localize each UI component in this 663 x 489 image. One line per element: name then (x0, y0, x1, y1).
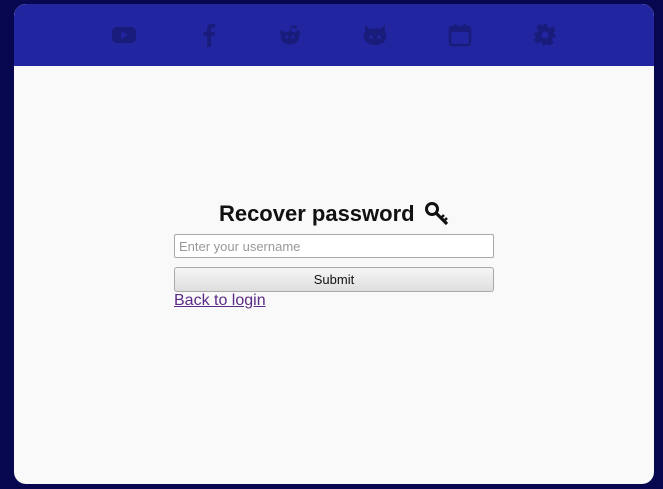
youtube-icon[interactable] (111, 22, 137, 48)
calendar-icon[interactable] (447, 22, 473, 48)
back-to-login-link[interactable]: Back to login (174, 292, 266, 310)
username-input[interactable] (174, 234, 494, 258)
app-window: Recover password Submit Back to login (14, 4, 654, 484)
key-icon (425, 202, 449, 226)
submit-button[interactable]: Submit (174, 267, 494, 292)
settings-icon[interactable] (532, 22, 558, 48)
facebook-icon[interactable] (196, 22, 222, 48)
recover-password-form: Recover password Submit Back to login (174, 200, 494, 309)
github-icon[interactable] (362, 22, 388, 48)
reddit-icon[interactable] (277, 22, 303, 48)
top-navigation-bar (14, 4, 654, 66)
title-row: Recover password (174, 200, 494, 228)
page-title: Recover password (218, 201, 415, 226)
